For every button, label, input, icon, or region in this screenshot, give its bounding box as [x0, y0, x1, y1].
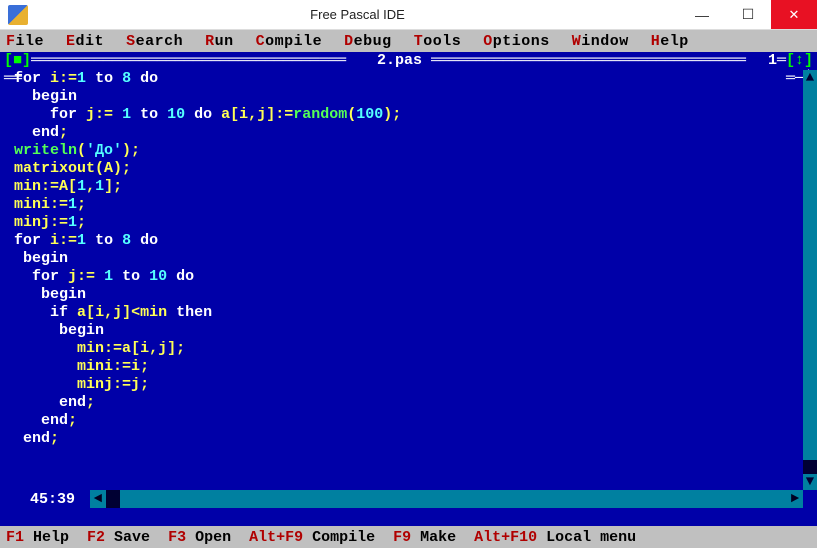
frame-rule-right: ═══════════════════════════════════ — [431, 52, 768, 70]
menu-file[interactable]: File — [6, 33, 44, 50]
editor-filename: 2.pas — [368, 52, 431, 70]
minimize-button[interactable]: — — [679, 0, 725, 29]
code-line[interactable]: writeln('До'); — [14, 142, 803, 160]
code-line[interactable]: minj:=j; — [14, 376, 803, 394]
code-line[interactable]: begin — [14, 250, 803, 268]
code-line[interactable]: begin — [14, 322, 803, 340]
status-f2[interactable]: F2 Save — [87, 529, 150, 546]
horizontal-scrollbar[interactable]: ◄ ► — [90, 490, 803, 508]
status-bar: F1 Help F2 Save F3 Open Alt+F9 Compile F9 Ma… — [0, 526, 817, 548]
maximize-button[interactable]: ☐ — [725, 0, 771, 29]
scroll-v-track[interactable] — [803, 86, 817, 474]
code-line[interactable]: end; — [14, 412, 803, 430]
code-line[interactable]: for i:=1 to 8 do — [14, 232, 803, 250]
code-line[interactable]: end; — [14, 394, 803, 412]
menu-debug[interactable]: Debug — [344, 33, 392, 50]
code-editor[interactable]: for i:=1 to 8 do begin for j:= 1 to 10 d… — [14, 70, 803, 490]
menu-window[interactable]: Window — [572, 33, 629, 50]
menu-compile[interactable]: Compile — [256, 33, 323, 50]
status-f1[interactable]: F1 Help — [6, 529, 69, 546]
window-buttons: — ☐ ✕ — [679, 0, 817, 29]
scroll-down-icon[interactable]: ▼ — [803, 474, 817, 490]
code-line[interactable]: begin — [14, 88, 803, 106]
code-line[interactable]: matrixout(A); — [14, 160, 803, 178]
window-title: Free Pascal IDE — [36, 7, 679, 22]
code-line[interactable]: end; — [14, 430, 803, 448]
menu-run[interactable]: Run — [205, 33, 234, 50]
scroll-right-icon[interactable]: ► — [787, 491, 803, 507]
status-f9[interactable]: F9 Make — [393, 529, 456, 546]
code-line[interactable]: min:=A[1,1]; — [14, 178, 803, 196]
frame-rule-left: ═══════════════════════════════════ — [31, 52, 368, 70]
code-line[interactable]: mini:=1; — [14, 196, 803, 214]
code-line[interactable]: for j:= 1 to 10 do a[i,j]:=random(100); — [14, 106, 803, 124]
vertical-scrollbar[interactable]: ▲ ▼ — [803, 70, 817, 490]
menu-bar: File Edit Search Run Compile Debug Tools Option… — [0, 30, 817, 52]
menu-search[interactable]: Search — [126, 33, 183, 50]
menu-edit[interactable]: Edit — [66, 33, 104, 50]
app-icon — [8, 5, 28, 25]
menu-help[interactable]: Help — [651, 33, 689, 50]
code-line[interactable]: min:=a[i,j]; — [14, 340, 803, 358]
editor-zoom-icon[interactable]: [↕] — [786, 52, 813, 70]
code-line[interactable]: for j:= 1 to 10 do — [14, 268, 803, 286]
code-line[interactable]: begin — [14, 286, 803, 304]
status-alt-f10[interactable]: Alt+F10 Local menu — [474, 529, 636, 546]
menu-tools[interactable]: Tools — [414, 33, 462, 50]
code-line[interactable]: for i:=1 to 8 do — [14, 70, 803, 88]
editor-area: [■] ═══════════════════════════════════ … — [0, 52, 817, 526]
editor-window-number: 1 — [768, 52, 777, 70]
scroll-h-track[interactable] — [106, 490, 787, 508]
scroll-up-icon[interactable]: ▲ — [803, 70, 817, 86]
status-alt-f9[interactable]: Alt+F9 Compile — [249, 529, 375, 546]
window-titlebar: Free Pascal IDE — ☐ ✕ — [0, 0, 817, 30]
status-f3[interactable]: F3 Open — [168, 529, 231, 546]
scroll-left-icon[interactable]: ◄ — [90, 491, 106, 507]
code-line[interactable]: mini:=i; — [14, 358, 803, 376]
code-line[interactable]: if a[i,j]<min then — [14, 304, 803, 322]
scroll-v-thumb[interactable] — [803, 460, 817, 474]
menu-options[interactable]: Options — [483, 33, 550, 50]
editor-frame-top: [■] ═══════════════════════════════════ … — [4, 52, 813, 70]
code-line[interactable]: end; — [14, 124, 803, 142]
close-button[interactable]: ✕ — [771, 0, 817, 29]
editor-close-icon[interactable]: [■] — [4, 52, 31, 70]
cursor-position: 45:39 — [30, 491, 75, 508]
code-line[interactable]: minj:=1; — [14, 214, 803, 232]
scroll-h-thumb[interactable] — [106, 490, 120, 508]
